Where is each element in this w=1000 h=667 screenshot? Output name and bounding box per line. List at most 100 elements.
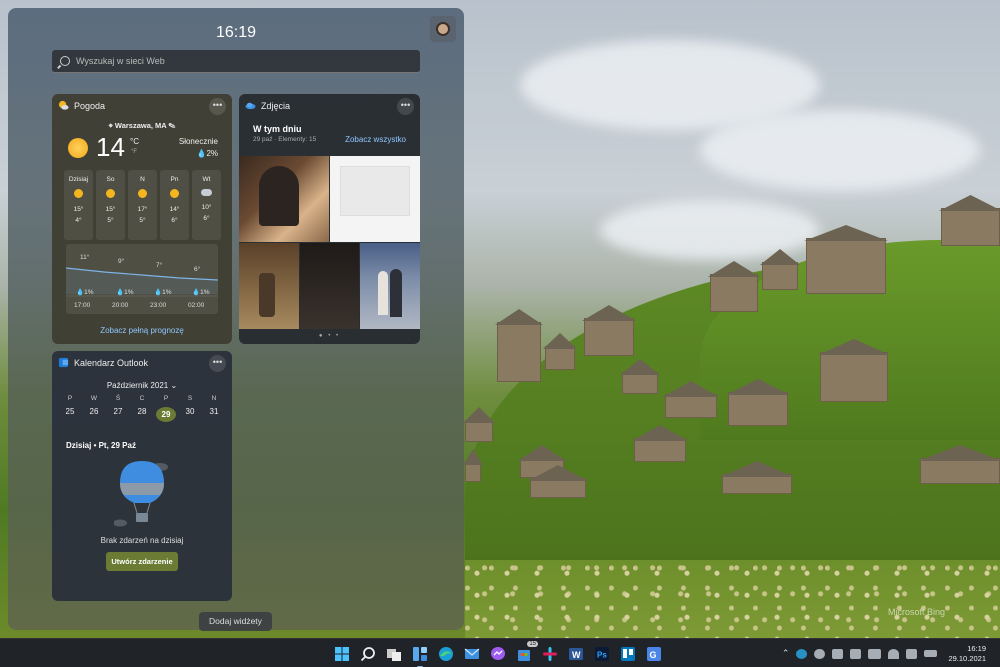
photos-meta: 29 paź · Elementy: 15: [253, 136, 317, 143]
mail-icon[interactable]: [462, 644, 482, 664]
avatar-face-icon: [436, 22, 450, 36]
taskbar-apps: 15 W Ps G: [332, 641, 664, 667]
outlook-icon: [58, 357, 69, 368]
printer-icon[interactable]: [850, 648, 862, 659]
calendar-title: Kalendarz Outlook: [74, 357, 149, 368]
word-icon[interactable]: W: [566, 644, 586, 664]
web-search-input[interactable]: [76, 56, 396, 66]
show-hidden-icons-chevron-icon[interactable]: ⌃: [782, 648, 790, 659]
onedrive-icon[interactable]: [814, 648, 826, 659]
calendar-day-today[interactable]: 29: [156, 407, 176, 422]
calendar-day[interactable]: 31: [204, 407, 224, 422]
day-low: 4°: [75, 217, 82, 224]
sun-icon: [68, 138, 88, 158]
weather-widget[interactable]: Pogoda ••• ⌖ Warszawa, MA ✎ 14 °C °F Sło…: [52, 94, 232, 344]
day-low: 5°: [107, 217, 114, 224]
notification-badge: 15: [527, 641, 538, 647]
full-forecast-link[interactable]: Zobacz pełną prognozę: [52, 326, 232, 335]
calendar-more-button[interactable]: •••: [209, 355, 226, 372]
volume-icon[interactable]: [906, 648, 918, 659]
slack-tray-icon[interactable]: [832, 648, 844, 659]
hourly-forecast[interactable]: 11° 9° 7° 6° 💧1% 💧1% 💧1% 💧1% 17:00 20:00…: [66, 244, 218, 314]
hour-rain-value: 1%: [162, 289, 172, 296]
calendar-day[interactable]: 28: [132, 407, 152, 422]
weather-title: Pogoda: [74, 100, 106, 111]
task-view-icon[interactable]: [384, 644, 404, 664]
calendar-day[interactable]: 30: [180, 407, 200, 422]
hour-temp: 11°: [80, 254, 90, 261]
start-icon[interactable]: [332, 644, 352, 664]
hour-time: 23:00: [150, 302, 167, 309]
sun-icon: [106, 189, 115, 198]
photo-thumbnail[interactable]: [300, 243, 359, 329]
calendar-day[interactable]: 25: [60, 407, 80, 422]
unit-fahrenheit[interactable]: °F: [131, 149, 137, 155]
calendar-widget[interactable]: Kalendarz Outlook ••• Październik 2021 ⌄…: [52, 351, 232, 601]
photo-thumbnail[interactable]: [360, 243, 420, 329]
messenger-icon[interactable]: [488, 644, 508, 664]
edge-icon[interactable]: [436, 644, 456, 664]
weather-header: Pogoda: [58, 100, 105, 111]
see-all-link[interactable]: Zobacz wszystko: [345, 135, 406, 144]
translate-icon[interactable]: G: [644, 644, 664, 664]
day-low: 5°: [139, 217, 146, 224]
hour-rain: 💧1%: [76, 289, 94, 296]
trello-icon[interactable]: [618, 644, 638, 664]
carousel-dots[interactable]: ● • •: [239, 333, 420, 339]
edit-pencil-icon[interactable]: ✎: [169, 121, 176, 130]
create-event-button[interactable]: Utwórz zdarzenie: [106, 552, 178, 571]
sun-icon: [170, 189, 179, 198]
forecast-day[interactable]: Dzisiaj 15° 4°: [64, 170, 93, 240]
system-tray: ⌃ 16:19 29.10.2021: [782, 639, 986, 667]
day-low: 6°: [171, 217, 178, 224]
rain-chance-value: 2%: [206, 149, 218, 158]
add-widgets-button[interactable]: Dodaj widżety: [199, 612, 272, 631]
no-events-text: Brak zdarzeń na dzisiaj: [100, 536, 184, 545]
web-search-box[interactable]: [52, 50, 420, 73]
photo-thumbnail[interactable]: [239, 243, 299, 329]
hour-temp: 6°: [194, 266, 201, 273]
day-name: N: [140, 176, 145, 183]
telegram-icon[interactable]: [796, 648, 808, 659]
hour-rain: 💧1%: [116, 289, 134, 296]
keyboard-icon[interactable]: [868, 648, 882, 659]
photos-header: Zdjęcia: [245, 100, 290, 111]
photos-more-button[interactable]: •••: [397, 98, 414, 115]
droplet-icon: 💧: [196, 149, 207, 158]
forecast-day[interactable]: Pn 14° 6°: [160, 170, 189, 240]
day-high: 15°: [73, 206, 84, 213]
battery-icon[interactable]: [924, 650, 938, 657]
photos-title: Zdjęcia: [261, 100, 291, 111]
taskbar: 15 W Ps G ⌃ 16:19 29.10.2021: [0, 638, 1000, 667]
hour-rain: 💧1%: [192, 289, 210, 296]
widgets-icon[interactable]: [410, 644, 430, 667]
day-name: Dzisiaj: [68, 176, 89, 183]
photos-widget[interactable]: Zdjęcia ••• W tym dniu 29 paź · Elementy…: [239, 94, 420, 344]
photo-thumbnail[interactable]: [239, 156, 329, 242]
store-icon[interactable]: 15: [514, 641, 538, 664]
unit-celsius[interactable]: °C: [130, 137, 139, 146]
day-high: 14°: [169, 206, 180, 213]
hour-time: 02:00: [188, 302, 205, 309]
slack-icon[interactable]: [540, 644, 560, 664]
month-selector[interactable]: Październik 2021 ⌄: [52, 381, 232, 390]
calendar-day[interactable]: 26: [84, 407, 104, 422]
weather-location[interactable]: ⌖ Warszawa, MA ✎: [52, 121, 232, 131]
weather-more-button[interactable]: •••: [209, 98, 226, 115]
forecast-day[interactable]: N 17° 5°: [128, 170, 157, 240]
clock-time: 16:19: [967, 643, 986, 653]
widgets-panel: 16:19 Pogoda ••• ⌖ Warszawa, MA ✎ 14 °C …: [8, 8, 464, 630]
taskbar-clock[interactable]: 16:19 29.10.2021: [948, 644, 986, 664]
search-icon: [60, 56, 70, 66]
forecast-day[interactable]: Wt 10° 6°: [192, 170, 221, 240]
weekday: C: [139, 395, 145, 402]
photoshop-icon[interactable]: Ps: [592, 644, 612, 664]
user-avatar[interactable]: [430, 16, 456, 42]
photo-thumbnail[interactable]: [330, 156, 420, 242]
weekday: P: [163, 395, 169, 402]
search-icon[interactable]: [358, 644, 378, 664]
hour-temp: 9°: [118, 258, 125, 265]
forecast-day[interactable]: So 15° 5°: [96, 170, 125, 240]
wifi-icon[interactable]: [888, 648, 900, 659]
calendar-day[interactable]: 27: [108, 407, 128, 422]
